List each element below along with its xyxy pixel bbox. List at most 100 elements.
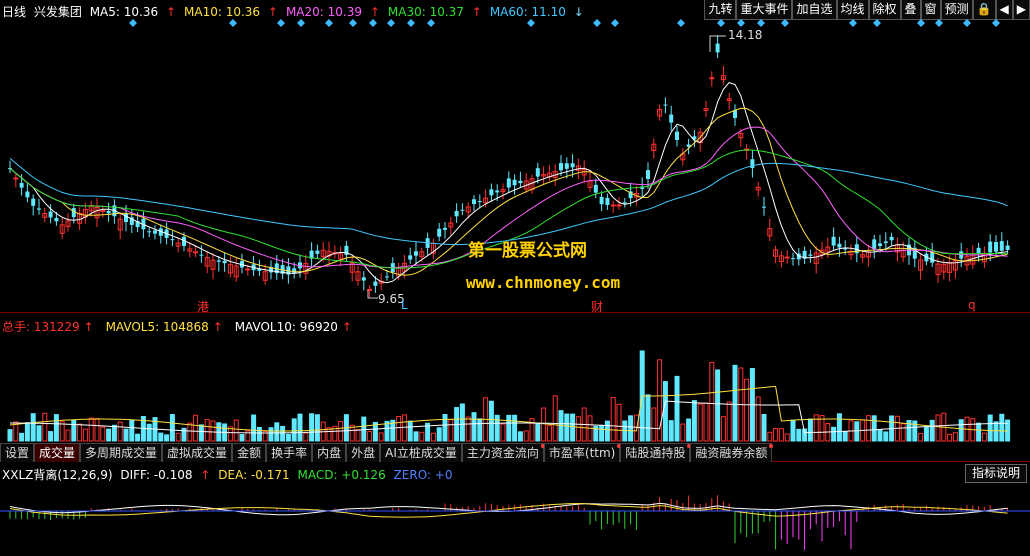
candle-body	[48, 211, 53, 218]
tab-2[interactable]: 多周期成交量	[80, 443, 163, 462]
volume-bar	[430, 432, 436, 442]
event-diamond	[229, 19, 237, 27]
volume-bar	[535, 422, 541, 442]
event-diamond	[369, 19, 377, 27]
candle-body	[460, 209, 465, 211]
volume-bar	[164, 434, 170, 442]
candle-body	[715, 43, 720, 53]
volume-bar	[564, 413, 570, 442]
event-marker-q[interactable]: q	[968, 298, 976, 312]
volume-bar	[952, 432, 958, 442]
volume-bar	[697, 403, 703, 442]
tab-8[interactable]: AI立桩成交量	[380, 443, 462, 462]
event-diamond	[325, 19, 333, 27]
volume-bar	[512, 414, 518, 442]
volume-bar	[976, 422, 982, 442]
indicator-tabs: 设置 成交量 多周期成交量 虚拟成交量 金额 换手率 内盘 外盘 AI立桩成交量 主力资金流向 市盈…	[0, 443, 774, 462]
candle-body	[292, 268, 297, 274]
candle-body	[535, 168, 540, 177]
total-volume: 总手: 131229 ↑	[2, 320, 94, 334]
volume-bar	[117, 421, 123, 442]
tab-7[interactable]: 外盘	[346, 443, 381, 462]
tab-11[interactable]: 陆股通持股	[620, 443, 692, 462]
event-diamond	[757, 19, 765, 27]
candle-body	[831, 236, 836, 246]
zero-value: ZERO: +0	[393, 468, 453, 482]
volume-bar	[686, 418, 692, 442]
volume-bar	[239, 434, 245, 442]
event-diamond	[677, 19, 685, 27]
volume-bar	[198, 424, 204, 442]
volume-bar	[77, 423, 83, 442]
volume-bar	[419, 431, 425, 442]
volume-bar	[645, 394, 651, 442]
candle-body	[512, 179, 517, 186]
volume-bar	[784, 433, 790, 442]
candle-body	[616, 204, 622, 207]
volume-bar	[396, 415, 402, 442]
watermark-url: www.chnmoney.com	[466, 273, 621, 292]
volume-bar	[599, 424, 605, 442]
volume-bar	[662, 381, 668, 442]
volume-bar	[169, 414, 175, 442]
volume-bar	[413, 431, 419, 442]
tab-3[interactable]: 虚拟成交量	[162, 443, 233, 462]
event-diamond	[935, 19, 943, 27]
candle-body	[408, 255, 413, 260]
high-price-label: 14.18	[728, 28, 763, 42]
indicator-header: XXLZ背离(12,26,9) DIFF: -0.108 ↑ DEA: -0.1…	[2, 466, 456, 483]
candle-body	[675, 131, 679, 140]
volume-bar	[436, 427, 442, 442]
tab-10[interactable]: 市盈率(ttm)	[543, 443, 622, 462]
candle-body	[988, 241, 993, 253]
candle-body	[13, 177, 19, 180]
volume-bar	[291, 418, 297, 442]
volume-bar	[842, 431, 848, 442]
tab-12[interactable]: 融资融券余额	[690, 443, 774, 462]
volume-bar	[883, 431, 889, 442]
candle-body	[385, 276, 389, 278]
candle-body	[506, 178, 511, 188]
candle-body	[791, 258, 795, 260]
volume-bar	[71, 419, 77, 442]
event-diamond	[963, 19, 971, 27]
event-diamond	[849, 19, 857, 27]
candle-body	[784, 256, 790, 259]
volume-bar	[726, 401, 732, 442]
volume-bar	[42, 412, 48, 442]
volume-bar	[129, 419, 135, 442]
event-diamond	[277, 19, 285, 27]
volume-bar	[53, 414, 59, 442]
volume-bar	[204, 419, 210, 442]
tab-1[interactable]: 成交量	[34, 443, 81, 462]
mavol5: MAVOL5: 104868 ↑	[105, 320, 223, 334]
indicator-explain-button[interactable]: 指标说明	[964, 464, 1027, 483]
volume-bar	[720, 416, 726, 442]
volume-bar	[303, 432, 309, 442]
tab-0[interactable]: 设置	[0, 443, 35, 462]
candle-body	[170, 239, 175, 241]
volume-bar	[575, 416, 581, 442]
volume-bar	[465, 416, 471, 442]
volume-bar	[7, 429, 13, 442]
volume-bar	[604, 420, 610, 442]
separator-main-volume	[0, 312, 1030, 313]
event-diamond	[593, 19, 601, 27]
volume-bar	[546, 425, 552, 442]
volume-bar	[993, 421, 999, 442]
tab-6[interactable]: 内盘	[312, 443, 347, 462]
tab-5[interactable]: 换手率	[266, 443, 313, 462]
volume-bar	[517, 431, 523, 442]
indicator-name[interactable]: XXLZ背离(12,26,9)	[2, 468, 113, 482]
candle-body	[443, 227, 447, 230]
volume-bar	[82, 428, 88, 442]
candle-body	[361, 277, 366, 281]
volume-bar	[274, 422, 280, 442]
candle-body	[54, 218, 59, 222]
tab-4[interactable]: 金额	[232, 443, 267, 462]
event-marker-l[interactable]: L	[401, 298, 408, 312]
candle-body	[106, 210, 111, 214]
tab-9[interactable]: 主力资金流向	[461, 443, 545, 462]
event-diamond	[737, 19, 745, 27]
candle-body	[872, 239, 877, 249]
